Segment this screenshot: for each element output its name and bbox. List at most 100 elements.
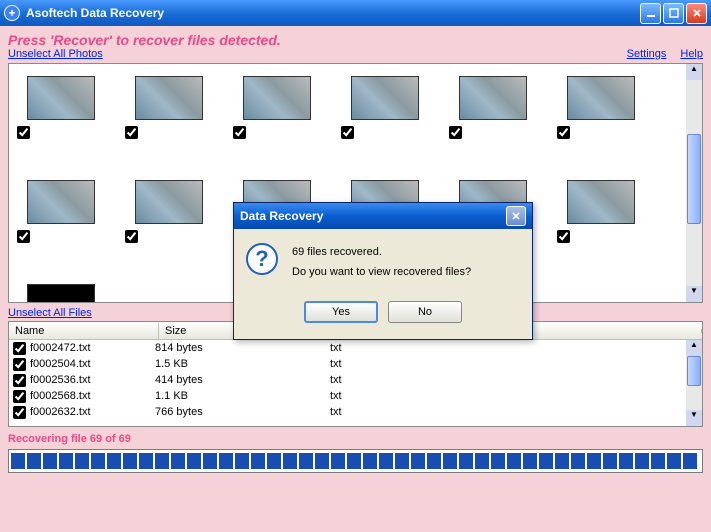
progress-segment — [27, 453, 41, 469]
photo-thumbnail[interactable] — [27, 76, 95, 120]
scroll-thumb[interactable] — [687, 356, 701, 386]
photo-item[interactable] — [553, 176, 661, 280]
progress-segment — [203, 453, 217, 469]
progress-segment — [363, 453, 377, 469]
progress-segment — [395, 453, 409, 469]
photo-item[interactable] — [13, 72, 121, 176]
photo-thumbnail[interactable] — [27, 180, 95, 224]
progress-segment — [347, 453, 361, 469]
progress-segment — [331, 453, 345, 469]
progress-segment — [635, 453, 649, 469]
photo-item[interactable] — [553, 72, 661, 176]
window-title: Asoftech Data Recovery — [26, 6, 638, 20]
progress-segment — [299, 453, 313, 469]
progress-segment — [123, 453, 137, 469]
photo-thumbnail[interactable] — [27, 284, 95, 303]
status-text: Recovering file 69 of 69 — [8, 433, 703, 445]
progress-segment — [491, 453, 505, 469]
progress-segment — [251, 453, 265, 469]
table-row[interactable]: f0002568.txt1.1 KBtxt — [9, 388, 702, 404]
col-name[interactable]: Name — [9, 323, 159, 339]
no-button[interactable]: No — [388, 301, 462, 323]
progress-segment — [603, 453, 617, 469]
close-button[interactable] — [686, 3, 707, 24]
file-size: 766 bytes — [155, 406, 330, 418]
dialog-titlebar: Data Recovery — [234, 203, 532, 229]
photo-thumbnail[interactable] — [135, 76, 203, 120]
photo-item[interactable] — [229, 72, 337, 176]
progress-segment — [507, 453, 521, 469]
dialog-close-button[interactable] — [506, 206, 526, 226]
progress-segment — [427, 453, 441, 469]
progress-segment — [667, 453, 681, 469]
dialog: Data Recovery ? 69 files recovered. Do y… — [233, 202, 533, 340]
progress-segment — [219, 453, 233, 469]
scroll-down-icon[interactable]: ▼ — [686, 286, 702, 302]
photo-checkbox[interactable] — [17, 230, 30, 243]
file-size: 814 bytes — [155, 342, 330, 354]
progress-segment — [267, 453, 281, 469]
photo-checkbox[interactable] — [557, 230, 570, 243]
progress-segment — [107, 453, 121, 469]
scroll-thumb[interactable] — [687, 134, 701, 224]
minimize-button[interactable] — [640, 3, 661, 24]
photo-thumbnail[interactable] — [243, 76, 311, 120]
photo-item[interactable] — [121, 72, 229, 176]
table-row[interactable]: f0002536.txt414 bytestxt — [9, 372, 702, 388]
photo-thumbnail[interactable] — [567, 76, 635, 120]
question-icon: ? — [246, 243, 278, 275]
photo-thumbnail[interactable] — [351, 76, 419, 120]
photo-item[interactable] — [445, 72, 553, 176]
scroll-up-icon[interactable]: ▲ — [686, 340, 702, 356]
photo-checkbox[interactable] — [449, 126, 462, 139]
progress-segment — [539, 453, 553, 469]
photo-item[interactable] — [13, 280, 121, 303]
file-scrollbar[interactable]: ▲ ▼ — [686, 340, 702, 426]
photo-checkbox[interactable] — [17, 126, 30, 139]
file-checkbox[interactable] — [13, 358, 26, 371]
help-link[interactable]: Help — [680, 48, 703, 60]
file-ext: txt — [330, 390, 480, 402]
scroll-up-icon[interactable]: ▲ — [686, 64, 702, 80]
progress-segment — [235, 453, 249, 469]
progress-segment — [475, 453, 489, 469]
photo-thumbnail[interactable] — [135, 180, 203, 224]
file-size: 1.1 KB — [155, 390, 330, 402]
unselect-photos-link[interactable]: Unselect All Photos — [8, 48, 103, 60]
table-row[interactable]: f0002472.txt814 bytestxt — [9, 340, 702, 356]
yes-button[interactable]: Yes — [304, 301, 378, 323]
maximize-button[interactable] — [663, 3, 684, 24]
photo-checkbox[interactable] — [233, 126, 246, 139]
photo-checkbox[interactable] — [557, 126, 570, 139]
progress-segment — [91, 453, 105, 469]
file-checkbox[interactable] — [13, 390, 26, 403]
file-ext: txt — [330, 406, 480, 418]
file-checkbox[interactable] — [13, 374, 26, 387]
photo-checkbox[interactable] — [341, 126, 354, 139]
unselect-files-link[interactable]: Unselect All Files — [8, 307, 92, 319]
progress-segment — [555, 453, 569, 469]
table-row[interactable]: f0002632.txt766 bytestxt — [9, 404, 702, 420]
progress-segment — [171, 453, 185, 469]
progress-segment — [315, 453, 329, 469]
file-checkbox[interactable] — [13, 406, 26, 419]
photo-thumbnail[interactable] — [459, 76, 527, 120]
file-name: f0002504.txt — [30, 358, 91, 370]
titlebar: Asoftech Data Recovery — [0, 0, 711, 26]
table-row[interactable]: f0002504.txt1.5 KBtxt — [9, 356, 702, 372]
file-ext: txt — [330, 342, 480, 354]
photo-checkbox[interactable] — [125, 230, 138, 243]
photo-checkbox[interactable] — [125, 126, 138, 139]
scroll-down-icon[interactable]: ▼ — [686, 410, 702, 426]
photo-thumbnail[interactable] — [567, 180, 635, 224]
photo-item[interactable] — [121, 176, 229, 280]
file-ext: txt — [330, 374, 480, 386]
photo-item[interactable] — [13, 176, 121, 280]
instruction-text: Press 'Recover' to recover files detecte… — [8, 32, 703, 48]
progress-segment — [459, 453, 473, 469]
file-checkbox[interactable] — [13, 342, 26, 355]
file-size: 414 bytes — [155, 374, 330, 386]
photo-scrollbar[interactable]: ▲ ▼ — [686, 64, 702, 302]
settings-link[interactable]: Settings — [627, 48, 667, 60]
photo-item[interactable] — [337, 72, 445, 176]
